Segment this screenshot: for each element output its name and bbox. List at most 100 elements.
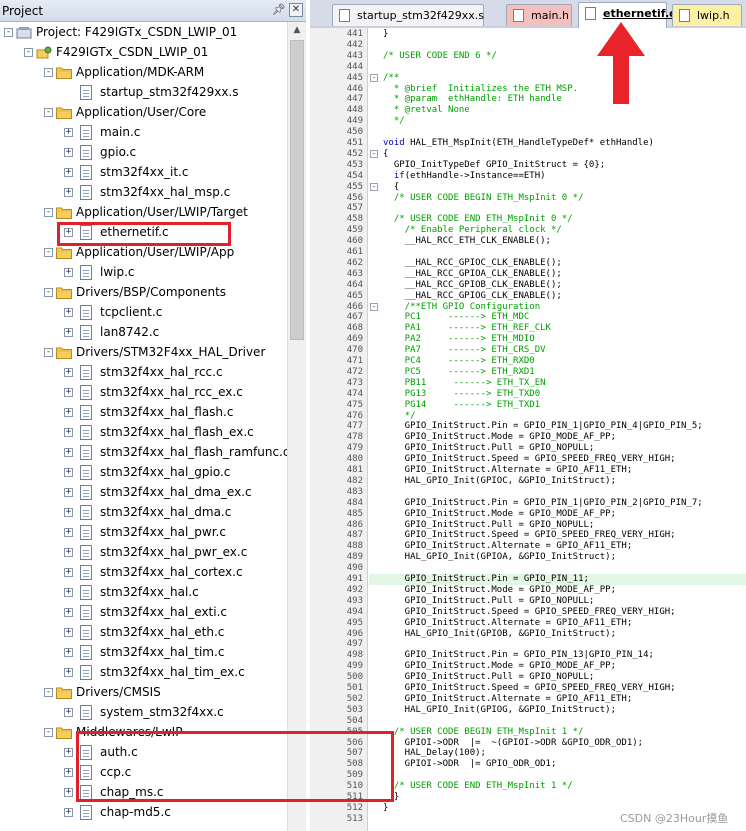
tree-file-item[interactable]: + stm32f4xx_hal_msp.c bbox=[0, 183, 287, 203]
code-area[interactable]: }/* USER CODE END 6 */-/** * @brief Init… bbox=[369, 28, 746, 831]
expand-toggle-icon[interactable]: + bbox=[64, 448, 73, 457]
tree-file-item[interactable]: + stm32f4xx_hal_dma_ex.c bbox=[0, 483, 287, 503]
tree-file-item[interactable]: + lan8742.c bbox=[0, 323, 287, 343]
expand-toggle-icon[interactable]: + bbox=[64, 368, 73, 377]
tree-file-item[interactable]: + stm32f4xx_hal_tim.c bbox=[0, 643, 287, 663]
scrollbar-thumb[interactable] bbox=[290, 40, 304, 340]
tree-file-item[interactable]: + gpio.c bbox=[0, 143, 287, 163]
expand-toggle-icon[interactable]: + bbox=[64, 588, 73, 597]
tree-item-label: Drivers/CMSIS bbox=[76, 685, 161, 699]
tree-file-item[interactable]: + stm32f4xx_hal_exti.c bbox=[0, 603, 287, 623]
tree-file-item[interactable]: + stm32f4xx_hal_flash_ex.c bbox=[0, 423, 287, 443]
expand-toggle-icon[interactable]: + bbox=[64, 548, 73, 557]
fold-toggle-icon[interactable]: - bbox=[370, 73, 378, 82]
expand-toggle-icon[interactable]: + bbox=[64, 508, 73, 517]
tree-file-item[interactable]: + system_stm32f4xx.c bbox=[0, 703, 287, 723]
expand-toggle-icon[interactable]: + bbox=[64, 628, 73, 637]
editor-tab[interactable]: lwip.h bbox=[672, 4, 742, 26]
highlight-box-ethernetif bbox=[57, 222, 231, 246]
expand-toggle-icon[interactable]: + bbox=[64, 328, 73, 337]
expand-toggle-icon[interactable]: + bbox=[64, 468, 73, 477]
collapse-toggle-icon[interactable]: - bbox=[44, 728, 53, 737]
fold-toggle-icon[interactable]: - bbox=[370, 302, 378, 311]
tree-file-item[interactable]: + chap-md5.c bbox=[0, 803, 287, 823]
expand-toggle-icon[interactable]: + bbox=[64, 428, 73, 437]
expand-toggle-icon[interactable]: + bbox=[64, 128, 73, 137]
expand-toggle-icon[interactable]: + bbox=[64, 268, 73, 277]
tree-file-item[interactable]: startup_stm32f429xx.s bbox=[0, 83, 287, 103]
collapse-toggle-icon[interactable]: - bbox=[44, 688, 53, 697]
tree-folder-item[interactable]: - Drivers/STM32F4xx_HAL_Driver bbox=[0, 343, 287, 363]
expand-toggle-icon[interactable]: + bbox=[64, 768, 73, 777]
line-number: 501 bbox=[346, 683, 363, 693]
expand-toggle-icon[interactable]: + bbox=[64, 568, 73, 577]
tree-folder-item[interactable]: - Drivers/CMSIS bbox=[0, 683, 287, 703]
expand-toggle-icon[interactable]: + bbox=[64, 148, 73, 157]
editor-tab[interactable]: main.h bbox=[506, 4, 572, 26]
collapse-toggle-icon[interactable]: - bbox=[44, 68, 53, 77]
expand-toggle-icon[interactable]: + bbox=[64, 488, 73, 497]
tab-label: main.h bbox=[531, 9, 569, 22]
line-number: 493 bbox=[346, 595, 363, 606]
tree-file-item[interactable]: + stm32f4xx_hal_flash.c bbox=[0, 403, 287, 423]
tree-file-item[interactable]: + stm32f4xx_hal_eth.c bbox=[0, 623, 287, 643]
code-line: */ bbox=[383, 116, 405, 127]
expand-toggle-icon[interactable]: + bbox=[64, 808, 73, 817]
expand-toggle-icon[interactable]: + bbox=[64, 168, 73, 177]
tree-item-label: stm32f4xx_hal_eth.c bbox=[100, 625, 225, 639]
scroll-up-arrow-icon[interactable]: ▲ bbox=[288, 22, 306, 39]
tree-file-item[interactable]: + lwip.c bbox=[0, 263, 287, 283]
tree-file-item[interactable]: + stm32f4xx_hal.c bbox=[0, 583, 287, 603]
tree-file-item[interactable]: + stm32f4xx_hal_cortex.c bbox=[0, 563, 287, 583]
collapse-toggle-icon[interactable]: - bbox=[44, 108, 53, 117]
tree-folder-item[interactable]: - Drivers/BSP/Components bbox=[0, 283, 287, 303]
code-line: HAL_GPIO_Init(GPIOB, &GPIO_InitStruct); bbox=[383, 628, 616, 639]
tree-file-item[interactable]: + stm32f4xx_hal_flash_ramfunc.c bbox=[0, 443, 287, 463]
collapse-toggle-icon[interactable]: - bbox=[44, 248, 53, 257]
pin-icon[interactable]: 📌︎ bbox=[272, 3, 286, 17]
collapse-toggle-icon[interactable]: - bbox=[44, 348, 53, 357]
tree-file-item[interactable]: + stm32f4xx_hal_tim_ex.c bbox=[0, 663, 287, 683]
tree-file-item[interactable]: + stm32f4xx_hal_pwr_ex.c bbox=[0, 543, 287, 563]
tree-file-item[interactable]: + stm32f4xx_hal_rcc_ex.c bbox=[0, 383, 287, 403]
expand-toggle-icon[interactable]: + bbox=[64, 668, 73, 677]
line-number: 452 bbox=[346, 148, 363, 159]
collapse-toggle-icon[interactable]: - bbox=[24, 48, 33, 57]
expand-toggle-icon[interactable]: + bbox=[64, 708, 73, 717]
tree-file-item[interactable]: + stm32f4xx_it.c bbox=[0, 163, 287, 183]
tree-file-item[interactable]: + tcpclient.c bbox=[0, 303, 287, 323]
tree-target-item[interactable]: - F429IGTx_CSDN_LWIP_01 bbox=[0, 43, 287, 63]
tree-folder-item[interactable]: - Application/MDK-ARM bbox=[0, 63, 287, 83]
tree-file-item[interactable]: + stm32f4xx_hal_dma.c bbox=[0, 503, 287, 523]
tree-folder-item[interactable]: - Application/User/LWIP/Target bbox=[0, 203, 287, 223]
editor-tab[interactable]: startup_stm32f429xx.s bbox=[332, 4, 484, 26]
fold-toggle-icon[interactable]: - bbox=[370, 149, 378, 158]
tree-folder-item[interactable]: - Application/User/LWIP/App bbox=[0, 243, 287, 263]
collapse-toggle-icon[interactable]: - bbox=[44, 288, 53, 297]
code-line: /** bbox=[383, 72, 400, 83]
expand-toggle-icon[interactable]: + bbox=[64, 188, 73, 197]
tree-project-item[interactable]: - Project: F429IGTx_CSDN_LWIP_01 bbox=[0, 23, 287, 43]
expand-toggle-icon[interactable]: + bbox=[64, 648, 73, 657]
collapse-toggle-icon[interactable]: - bbox=[44, 208, 53, 217]
expand-toggle-icon[interactable]: + bbox=[64, 308, 73, 317]
tree-scrollbar[interactable]: ▲ bbox=[287, 22, 306, 831]
expand-toggle-icon[interactable]: + bbox=[64, 748, 73, 757]
code-line: GPIO_InitStruct.Alternate = GPIO_AF11_ET… bbox=[383, 465, 633, 475]
close-icon[interactable]: ✕ bbox=[289, 3, 303, 17]
expand-toggle-icon[interactable]: + bbox=[64, 528, 73, 537]
fold-toggle-icon[interactable]: - bbox=[370, 182, 378, 191]
expand-toggle-icon[interactable]: + bbox=[64, 388, 73, 397]
tree-file-item[interactable]: + stm32f4xx_hal_pwr.c bbox=[0, 523, 287, 543]
tree-file-item[interactable]: + stm32f4xx_hal_rcc.c bbox=[0, 363, 287, 383]
tree-file-item[interactable]: + stm32f4xx_hal_gpio.c bbox=[0, 463, 287, 483]
expand-toggle-icon[interactable]: + bbox=[64, 788, 73, 797]
tree-item-label: startup_stm32f429xx.s bbox=[100, 85, 239, 99]
line-number: 480 bbox=[346, 454, 363, 465]
expand-toggle-icon[interactable]: + bbox=[64, 408, 73, 417]
tree-folder-item[interactable]: - Application/User/Core bbox=[0, 103, 287, 123]
tree-file-item[interactable]: + main.c bbox=[0, 123, 287, 143]
collapse-toggle-icon[interactable]: - bbox=[4, 28, 13, 37]
expand-toggle-icon[interactable]: + bbox=[64, 608, 73, 617]
code-line: PC5 ------> ETH_RXD1 bbox=[383, 366, 535, 377]
